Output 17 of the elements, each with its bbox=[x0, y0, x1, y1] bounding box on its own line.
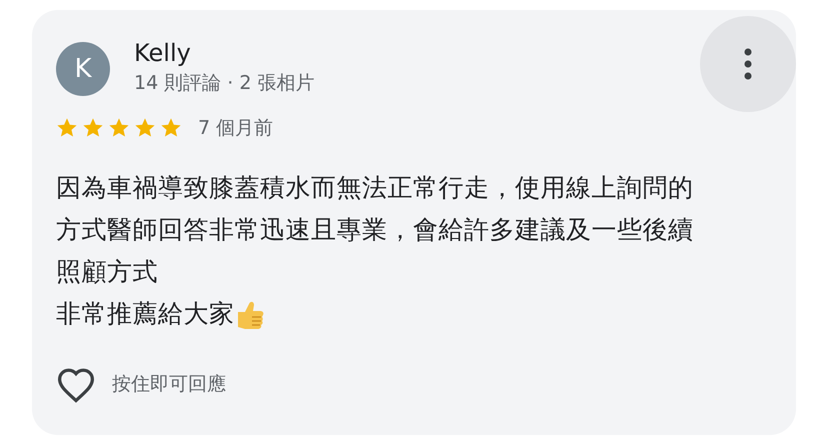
avatar: K bbox=[56, 42, 110, 96]
star-icon bbox=[82, 117, 104, 140]
star-icon bbox=[160, 117, 182, 140]
star-icon bbox=[134, 117, 156, 140]
star-icon bbox=[108, 117, 130, 140]
review-time: 7 個月前 bbox=[198, 116, 274, 141]
review-text-line: 方式醫師回答非常迅速且專業，會給許多建議及一些後續 bbox=[56, 214, 694, 246]
heart-icon bbox=[56, 366, 96, 402]
review-text-line: 因為車禍導致膝蓋積水而無法正常行走，使用線上詢問的 bbox=[56, 172, 694, 204]
reply-hint: 按住即可回應 bbox=[112, 372, 226, 398]
reviewer-stats: 14 則評論 · 2 張相片 bbox=[134, 71, 314, 96]
star-icon bbox=[56, 117, 78, 140]
like-button[interactable] bbox=[56, 366, 96, 402]
review-text-line: 照顧方式 bbox=[56, 256, 158, 288]
review-text-line: 非常推薦給大家 bbox=[56, 298, 234, 330]
reviewer-name[interactable]: Kelly bbox=[134, 38, 314, 68]
more-options-icon bbox=[744, 48, 752, 80]
